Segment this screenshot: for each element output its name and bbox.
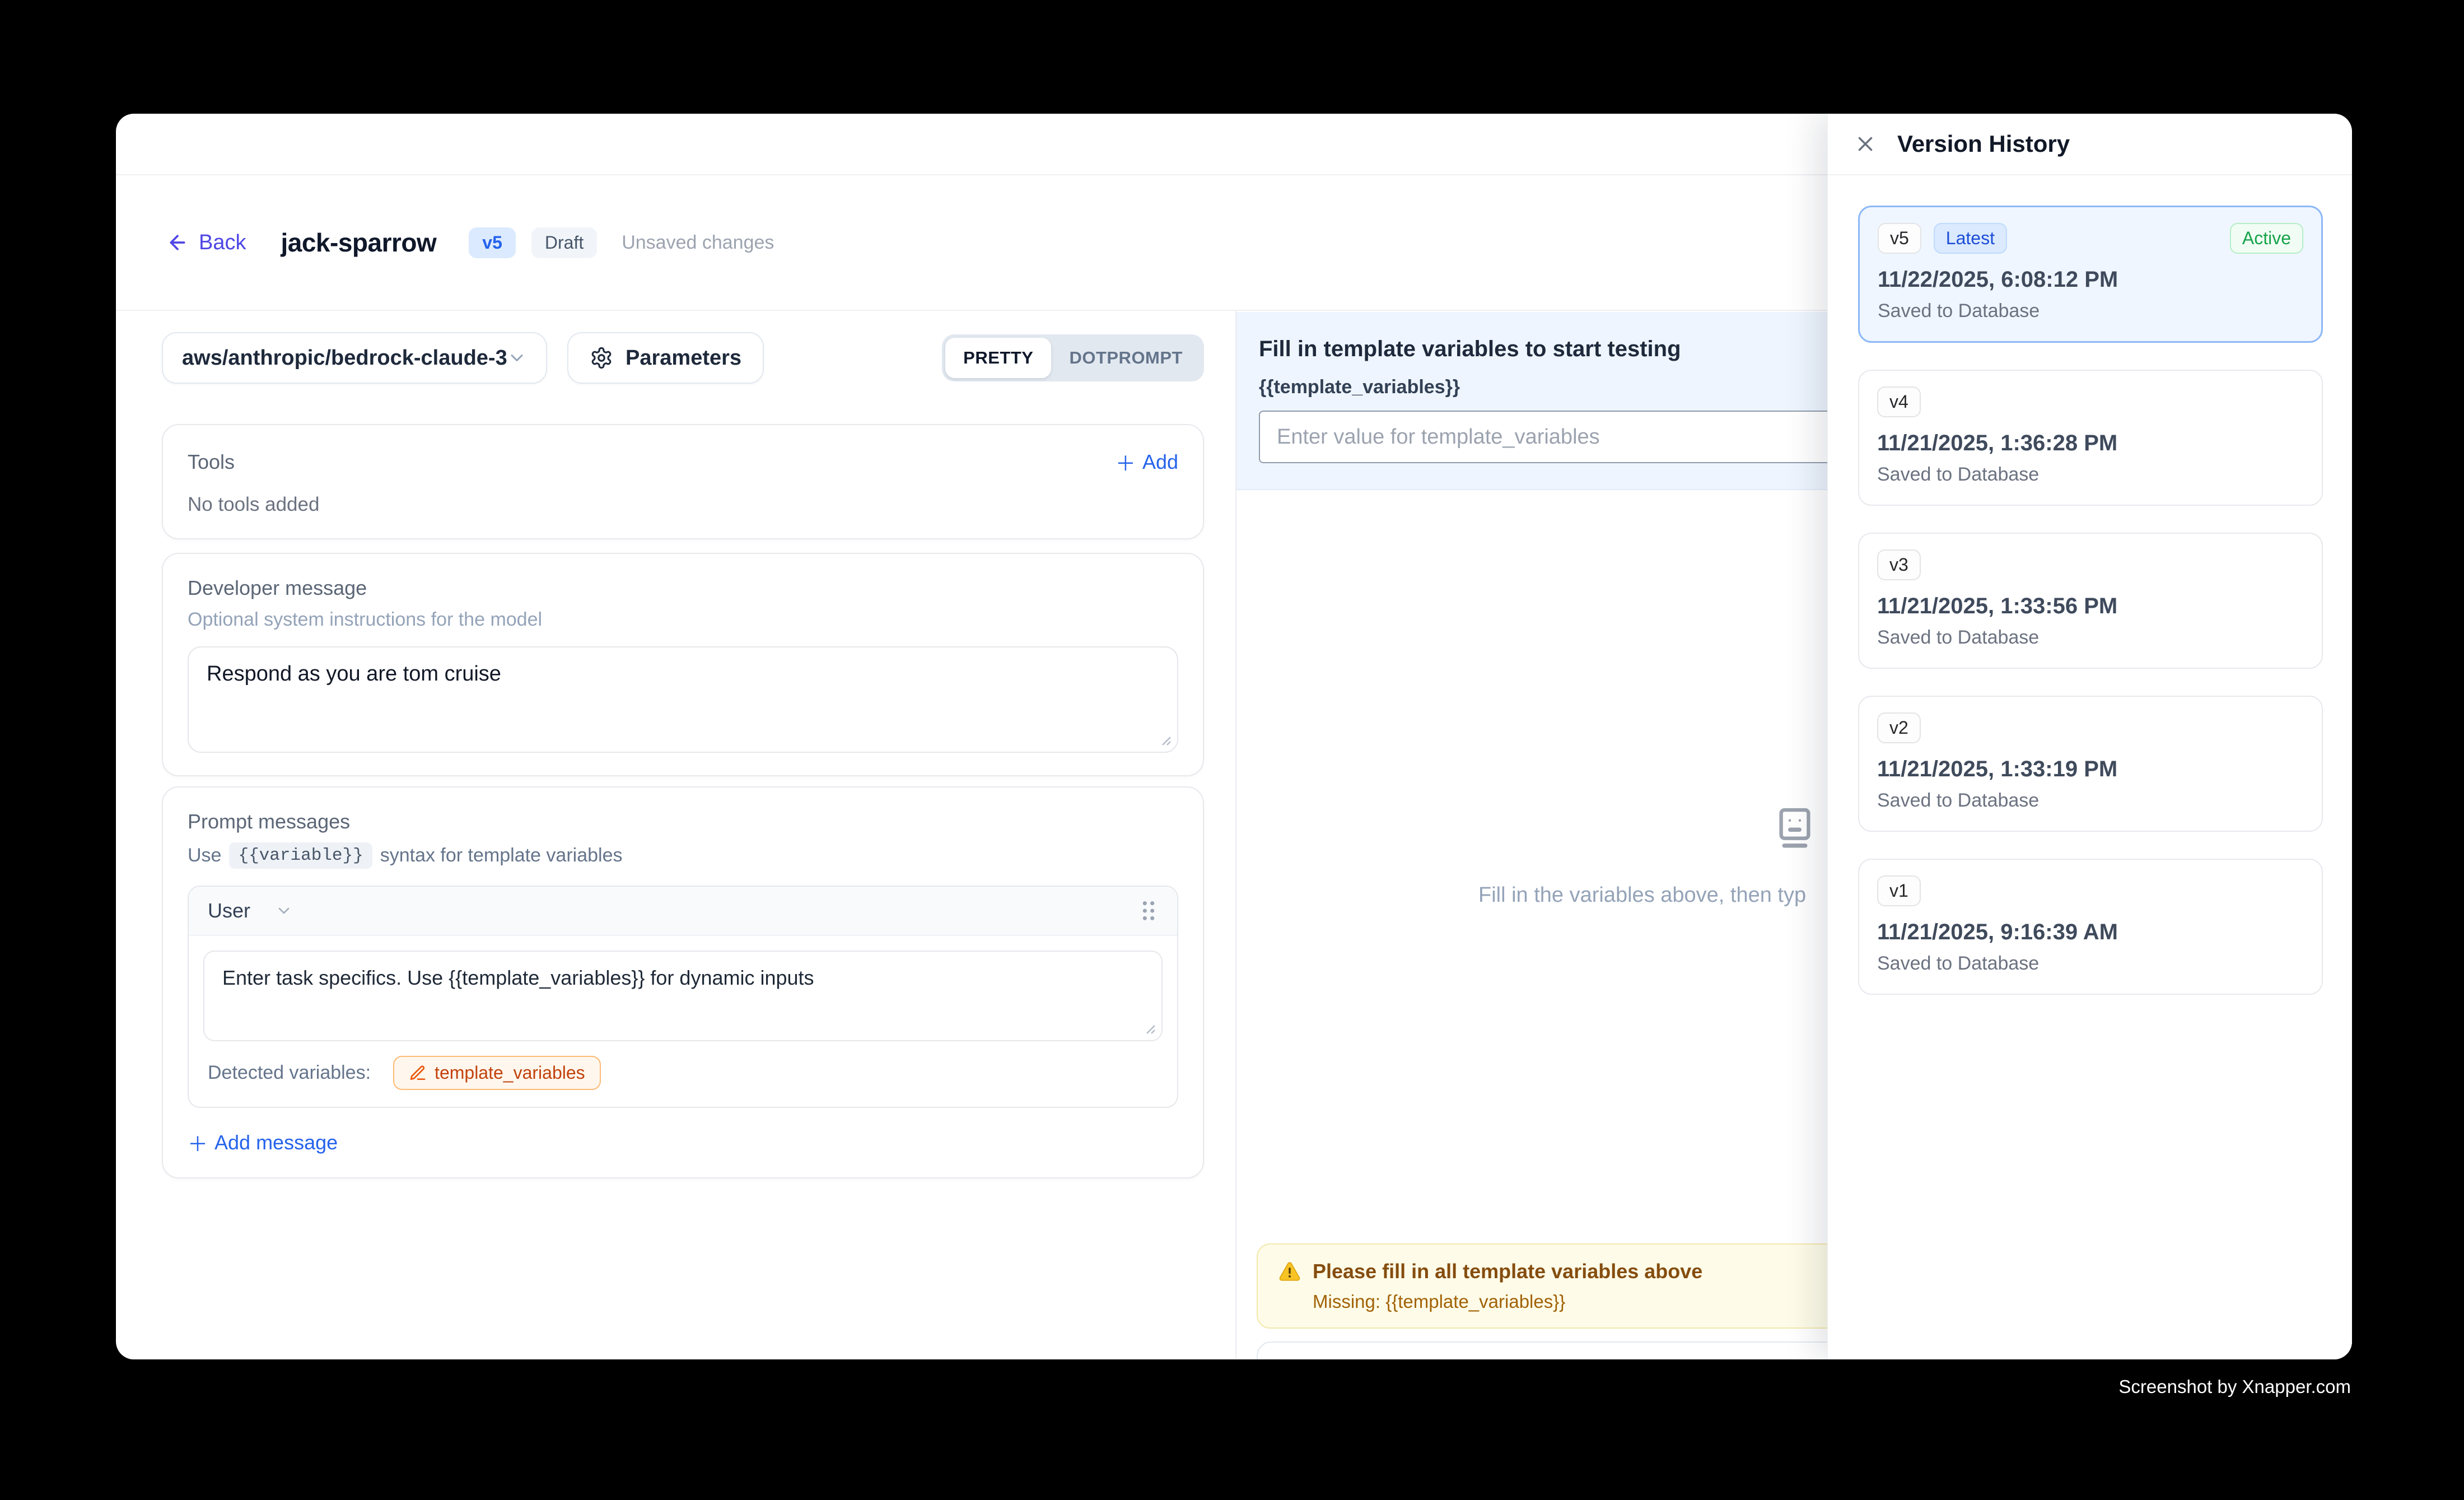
add-tool-label: Add	[1142, 450, 1178, 474]
chevron-down-icon[interactable]	[275, 902, 293, 920]
hint-prefix: Use	[188, 845, 221, 867]
version-number-badge: v5	[1878, 223, 1921, 254]
version-badge: v5	[469, 227, 516, 258]
resize-handle-icon[interactable]	[1141, 1020, 1156, 1035]
message-textarea[interactable]: Enter task specifics. Use {{template_var…	[203, 951, 1163, 1041]
empty-state-text: Fill in the variables above, then typ	[1478, 883, 1806, 907]
app-window: Back jack-sparrow v5 Draft Unsaved chang…	[116, 114, 2352, 1359]
format-toggle: PRETTY DOTPROMPT	[942, 334, 1204, 381]
detected-variable-name: template_variables	[435, 1063, 585, 1083]
version-timestamp: 11/22/2025, 6:08:12 PM	[1878, 267, 2303, 292]
back-label: Back	[199, 231, 246, 255]
version-status: Saved to Database	[1877, 790, 2304, 812]
version-list: v5 Latest Active 11/22/2025, 6:08:12 PM …	[1828, 175, 2352, 995]
back-button[interactable]: Back	[166, 231, 246, 255]
version-item-v5[interactable]: v5 Latest Active 11/22/2025, 6:08:12 PM …	[1858, 206, 2323, 343]
arrow-left-icon	[166, 231, 189, 254]
add-message-button[interactable]: ＋ Add message	[188, 1128, 338, 1157]
developer-message-title: Developer message	[188, 576, 1178, 600]
gear-icon	[590, 346, 613, 370]
version-item-v1[interactable]: v1 11/21/2025, 9:16:39 AM Saved to Datab…	[1858, 859, 2323, 995]
version-number-badge: v3	[1877, 549, 1921, 580]
version-item-v4[interactable]: v4 11/21/2025, 1:36:28 PM Saved to Datab…	[1858, 370, 2323, 506]
version-item-v2[interactable]: v2 11/21/2025, 1:33:19 PM Saved to Datab…	[1858, 696, 2323, 832]
developer-message-textarea[interactable]: Respond as you are tom cruise	[188, 646, 1178, 753]
warning-title: Please fill in all template variables ab…	[1313, 1260, 1702, 1283]
version-number-badge: v4	[1877, 386, 1921, 417]
toggle-dotprompt[interactable]: DOTPROMPT	[1051, 338, 1201, 378]
role-select-value[interactable]: User	[208, 899, 250, 923]
version-status: Saved to Database	[1877, 953, 2304, 975]
chevron-down-icon	[507, 348, 527, 368]
version-timestamp: 11/21/2025, 9:16:39 AM	[1877, 920, 2304, 945]
tools-title: Tools	[188, 450, 235, 474]
version-number-badge: v1	[1877, 875, 1921, 906]
prompt-messages-card: Prompt messages Use {{variable}} syntax …	[162, 786, 1204, 1178]
tools-empty-text: No tools added	[188, 493, 1178, 516]
toggle-pretty[interactable]: PRETTY	[945, 338, 1051, 378]
close-icon[interactable]	[1854, 132, 1877, 156]
model-select-value: aws/anthropic/bedrock-claude-3-5-s...	[182, 346, 507, 370]
version-history-title: Version History	[1897, 131, 2070, 157]
resize-handle-icon[interactable]	[1157, 732, 1172, 746]
version-history-panel: Version History v5 Latest Active 11/22/2…	[1827, 114, 2352, 1359]
version-status: Saved to Database	[1877, 627, 2304, 649]
tools-card: Tools ＋ Add No tools added	[162, 424, 1204, 539]
prompt-messages-title: Prompt messages	[188, 810, 1178, 833]
add-message-label: Add message	[214, 1131, 338, 1154]
version-status: Saved to Database	[1878, 300, 2303, 322]
version-timestamp: 11/21/2025, 1:33:19 PM	[1877, 757, 2304, 782]
plus-icon: ＋	[1116, 448, 1136, 477]
version-item-v3[interactable]: v3 11/21/2025, 1:33:56 PM Saved to Datab…	[1858, 533, 2323, 669]
active-badge: Active	[2230, 223, 2303, 254]
drag-handle-icon[interactable]	[1139, 900, 1158, 922]
page-title: jack-sparrow	[281, 227, 436, 258]
version-number-badge: v2	[1877, 712, 1921, 743]
message-header: User	[189, 887, 1177, 936]
prompt-messages-hint: Use {{variable}} syntax for template var…	[188, 842, 1178, 869]
developer-message-subtitle: Optional system instructions for the mod…	[188, 609, 1178, 631]
pencil-icon	[409, 1064, 427, 1082]
parameters-button[interactable]: Parameters	[567, 332, 764, 384]
version-timestamp: 11/21/2025, 1:33:56 PM	[1877, 594, 2304, 619]
warning-triangle-icon	[1278, 1260, 1301, 1283]
watermark-text: Screenshot by Xnapper.com	[2118, 1376, 2351, 1397]
detected-variables-label: Detected variables:	[208, 1062, 371, 1084]
parameters-label: Parameters	[626, 346, 741, 370]
developer-message-value: Respond as you are tom cruise	[207, 662, 501, 686]
version-status: Saved to Database	[1877, 464, 2304, 486]
detected-variables-row: Detected variables: template_variables	[203, 1056, 1163, 1090]
editor-column: aws/anthropic/bedrock-claude-3-5-s... Pa…	[116, 311, 1236, 1358]
hint-variable-chip: {{variable}}	[229, 842, 372, 869]
message-value: Enter task specifics. Use {{template_var…	[222, 966, 814, 989]
message-block: User Enter task specifics. Use {{templat…	[188, 886, 1178, 1108]
add-tool-button[interactable]: ＋ Add	[1116, 448, 1178, 477]
version-timestamp: 11/21/2025, 1:36:28 PM	[1877, 431, 2304, 456]
latest-badge: Latest	[1934, 223, 2007, 254]
model-select[interactable]: aws/anthropic/bedrock-claude-3-5-s...	[162, 332, 547, 384]
plus-icon: ＋	[188, 1128, 208, 1157]
bot-icon	[1770, 802, 1820, 852]
hint-suffix: syntax for template variables	[380, 845, 623, 867]
detected-variable-chip[interactable]: template_variables	[393, 1056, 601, 1090]
draft-badge: Draft	[531, 227, 597, 258]
developer-message-card: Developer message Optional system instru…	[162, 553, 1204, 776]
unsaved-changes-label: Unsaved changes	[622, 232, 774, 254]
